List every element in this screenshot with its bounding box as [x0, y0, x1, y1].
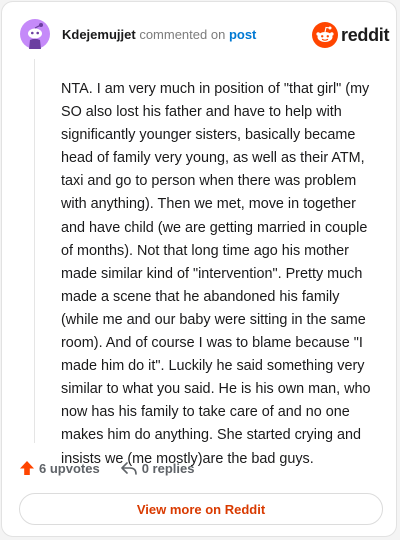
upvote-arrow-icon [20, 461, 34, 475]
user-avatar[interactable] [20, 19, 50, 49]
comment-body: NTA. I am very much in position of "that… [61, 81, 371, 467]
comment-footer: 6 upvotes 0 replies [19, 460, 194, 476]
post-link[interactable]: post [229, 27, 256, 42]
reply-count: 0 replies [141, 460, 195, 476]
reddit-logo[interactable]: reddit [312, 22, 390, 48]
reply-button[interactable]: 0 replies [120, 460, 195, 476]
thread-line [34, 59, 35, 443]
embedded-comment-card: Kdejemujjet commented on post reddit NTA… [1, 1, 397, 537]
reddit-alien-icon [312, 22, 338, 48]
username-link[interactable]: Kdejemujjet [62, 27, 136, 42]
reddit-wordmark: reddit [341, 24, 390, 45]
reply-arrow-icon [120, 462, 137, 475]
upvote-button[interactable]: 6 upvotes [19, 460, 100, 476]
view-more-on-reddit-button[interactable]: View more on Reddit [19, 493, 383, 525]
action-text: commented on [139, 27, 226, 42]
upvote-count: 6 upvotes [39, 460, 100, 476]
snoo-avatar-icon [20, 19, 50, 49]
comment-header: Kdejemujjet commented on post [62, 27, 256, 43]
